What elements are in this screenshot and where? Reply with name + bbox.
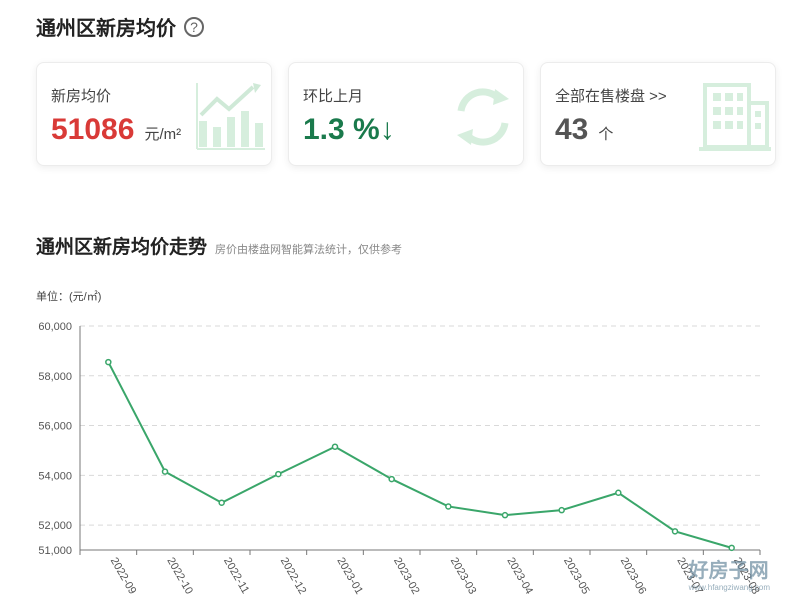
data-point <box>615 489 622 497</box>
building-icon <box>699 83 771 151</box>
avg-price-label: 新房均价 <box>51 88 112 105</box>
x-tick-label: 2023-05 <box>561 556 592 597</box>
x-tick-label: 2023-04 <box>504 556 535 597</box>
x-tick-label: 2023-01 <box>334 556 365 597</box>
x-tick-label: 2023-03 <box>448 556 479 597</box>
mom-change-value: 1.3 %↓ <box>303 113 395 146</box>
x-tick-label: 2022-10 <box>164 556 195 597</box>
data-point <box>558 506 565 514</box>
mom-change-label: 环比上月 <box>303 88 364 105</box>
data-point <box>161 468 169 475</box>
page-title-text: 通州区新房均价 <box>36 18 176 40</box>
watermark-url: www.hfangziwang.com <box>688 583 770 592</box>
series-line <box>107 361 732 549</box>
x-tick-label: 2023-02 <box>391 556 422 597</box>
data-point <box>728 544 735 552</box>
data-point <box>671 528 679 535</box>
data-point <box>105 358 112 366</box>
price-trend-chart: 51,000 52,000 54,000 56,000 58,000 60,000 2022… <box>38 321 761 597</box>
on-sale-value: 43 个 <box>555 113 613 147</box>
section-note: 房价由楼盘网智能算法统计，仅供参考 <box>215 244 403 256</box>
page-title: 通州区新房均价 ? <box>36 12 204 41</box>
watermark-logo: 好房子网 www.hfangziwang.com <box>689 554 770 592</box>
data-point <box>388 475 395 483</box>
y-tick-label: 60,000 <box>38 321 72 333</box>
refresh-cycle-icon <box>457 88 509 146</box>
x-tick-label: 2022-09 <box>108 556 139 597</box>
data-point <box>501 511 509 519</box>
chart-trend-up-icon <box>196 83 265 150</box>
on-sale-unit: 个 <box>598 126 614 143</box>
data-point <box>275 470 282 478</box>
watermark-text: 好房子网 <box>688 558 769 582</box>
on-sale-number: 43 <box>555 113 589 146</box>
y-tick-label: 51,000 <box>38 545 72 557</box>
on-sale-link[interactable]: 全部在售楼盘 >> <box>555 85 667 106</box>
data-point <box>331 443 339 450</box>
y-tick-label: 52,000 <box>38 520 72 532</box>
mom-change-card: 环比上月 1.3 %↓ <box>288 62 524 166</box>
y-tick-label: 54,000 <box>38 470 72 482</box>
avg-price-value: 51086 元/m² <box>51 113 181 147</box>
unit-label: 单位：(元/㎡) <box>36 291 102 303</box>
avg-price-number: 51086 <box>51 113 135 146</box>
x-tick-label: 2023-06 <box>618 556 649 597</box>
avg-price-unit: 元/m² <box>144 126 182 143</box>
question-circle-icon[interactable]: ? <box>184 16 204 37</box>
section-title: 通州区新房均价走势 房价由楼盘网智能算法统计，仅供参考 <box>36 232 402 259</box>
y-tick-label: 58,000 <box>38 371 72 383</box>
x-tick-label: 2022-12 <box>278 556 309 597</box>
y-tick-label: 56,000 <box>38 421 72 433</box>
data-point <box>218 499 225 506</box>
on-sale-card[interactable]: 全部在售楼盘 >> 43 个 <box>540 62 776 166</box>
x-tick-label: 2022-11 <box>221 556 251 596</box>
avg-price-card: 新房均价 51086 元/m² <box>36 62 272 166</box>
section-main-title: 通州区新房均价走势 <box>36 237 208 258</box>
data-point <box>445 503 452 510</box>
